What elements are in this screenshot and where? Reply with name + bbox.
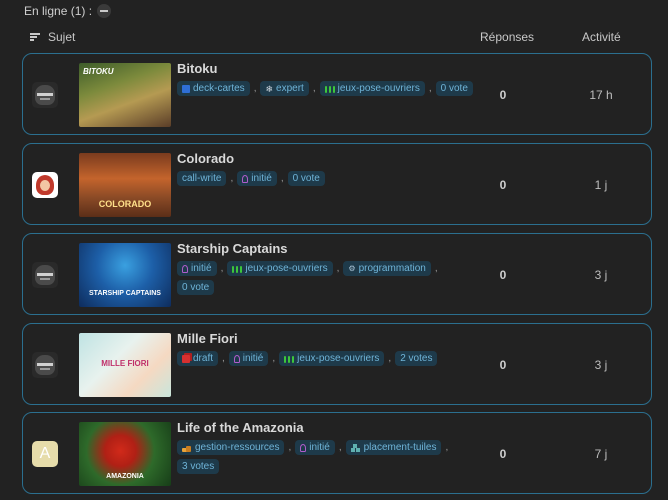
online-user-avatar[interactable] (97, 4, 112, 18)
replies-count[interactable]: 0 (481, 88, 525, 102)
tag-draft[interactable]: draft (177, 351, 219, 366)
activity-time[interactable]: 17 h (571, 88, 631, 102)
gears-icon: ⚙ (348, 263, 356, 273)
red-cards-icon (182, 354, 190, 363)
topic-title[interactable]: Colorado (177, 151, 234, 166)
tag-deck-cartes[interactable]: deck-cartes (177, 81, 250, 96)
subject-header-label: Sujet (48, 30, 76, 44)
tag-initie[interactable]: initié (228, 351, 269, 366)
list-lines-icon (30, 33, 40, 41)
activity-time[interactable]: 7 j (571, 447, 631, 461)
topic-thumbnail[interactable]: COLORADO (79, 153, 171, 217)
letter-avatar[interactable]: A (32, 441, 58, 467)
tag-jeux-pose-ouvriers[interactable]: jeux-pose-ouvriers (319, 81, 425, 96)
tag-initie[interactable]: initié (295, 440, 335, 455)
topic-tags: draft, initié, jeux-pose-ouvriers, 2 vot… (177, 351, 477, 366)
meeples-icon (284, 355, 295, 363)
online-users: En ligne (1) : (24, 4, 112, 18)
replies-count[interactable]: 0 (481, 447, 525, 461)
vote-count: 0 vote (177, 280, 215, 295)
topic-row[interactable]: A AMAZONIA Life of the Amazonia gestion-… (22, 412, 652, 494)
knight-avatar[interactable] (32, 262, 58, 288)
replies-count[interactable]: 0 (481, 268, 525, 282)
topic-row[interactable]: COLORADO Colorado call-write, initié, 0 … (22, 143, 652, 225)
topic-list-header: Sujet Réponses Activité (0, 30, 668, 48)
red-hair-avatar[interactable] (32, 172, 58, 198)
activity-time[interactable]: 1 j (571, 178, 631, 192)
topic-thumbnail[interactable]: AMAZONIA (79, 422, 171, 486)
topic-tags: gestion-ressources, initié, placement-tu… (177, 440, 477, 474)
knight-avatar[interactable] (32, 82, 58, 108)
tag-jeux-pose-ouvriers[interactable]: jeux-pose-ouvriers (279, 351, 385, 366)
activity-time[interactable]: 3 j (571, 358, 631, 372)
topic-title[interactable]: Bitoku (177, 61, 217, 76)
topic-thumbnail[interactable]: BITOKU (79, 63, 171, 127)
topic-thumbnail[interactable]: MILLE FIORI (79, 333, 171, 397)
knight-avatar[interactable] (32, 352, 58, 378)
meeples-icon (324, 85, 335, 93)
purple-meeple-icon (233, 354, 240, 363)
activity-column-header[interactable]: Activité (582, 30, 621, 44)
tag-expert[interactable]: ❄ expert (260, 81, 309, 96)
activity-time[interactable]: 3 j (571, 268, 631, 282)
topic-tags: call-write, initié, 0 vote (177, 171, 477, 186)
online-label: En ligne (1) : (24, 4, 93, 18)
snowflake-icon: ❄ (265, 83, 274, 94)
topic-tags: deck-cartes, ❄ expert, jeux-pose-ouvriers… (177, 81, 477, 96)
topic-title[interactable]: Starship Captains (177, 241, 288, 256)
purple-meeple-icon (300, 443, 307, 452)
topic-row[interactable]: BITOKU Bitoku deck-cartes, ❄ expert, jeux… (22, 53, 652, 135)
tag-programmation[interactable]: ⚙ programmation (343, 261, 431, 276)
vote-count: 2 votes (395, 351, 438, 366)
topic-title[interactable]: Life of the Amazonia (177, 420, 304, 435)
subject-column-header[interactable]: Sujet (30, 30, 75, 44)
tag-call-write[interactable]: call-write (177, 171, 227, 186)
blue-square-icon (182, 84, 190, 93)
tag-gestion-ressources[interactable]: gestion-ressources (177, 440, 285, 455)
vote-count: 0 vote (287, 171, 325, 186)
tag-initie[interactable]: initié (177, 261, 217, 276)
vote-count: 0 vote (435, 81, 473, 96)
tiles-icon (350, 443, 361, 452)
replies-column-header[interactable]: Réponses (480, 30, 534, 44)
replies-count[interactable]: 0 (481, 358, 525, 372)
tag-initie[interactable]: initié (237, 171, 277, 186)
purple-meeple-icon (242, 174, 249, 183)
tag-jeux-pose-ouvriers[interactable]: jeux-pose-ouvriers (227, 261, 333, 276)
topic-title[interactable]: Mille Fiori (177, 331, 238, 346)
tag-placement-tuiles[interactable]: placement-tuiles (345, 440, 442, 455)
purple-meeple-icon (182, 264, 188, 273)
topic-row[interactable]: MILLE FIORI Mille Fiori draft, initié, j… (22, 323, 652, 405)
topic-tags: initié, jeux-pose-ouvriers, ⚙ programmati… (177, 261, 477, 295)
replies-count[interactable]: 0 (481, 178, 525, 192)
resources-icon (182, 444, 192, 452)
topic-row[interactable]: STARSHIP CAPTAINS Starship Captains init… (22, 233, 652, 315)
meeples-icon (232, 265, 243, 273)
vote-count: 3 votes (177, 459, 220, 474)
topic-thumbnail[interactable]: STARSHIP CAPTAINS (79, 243, 171, 307)
